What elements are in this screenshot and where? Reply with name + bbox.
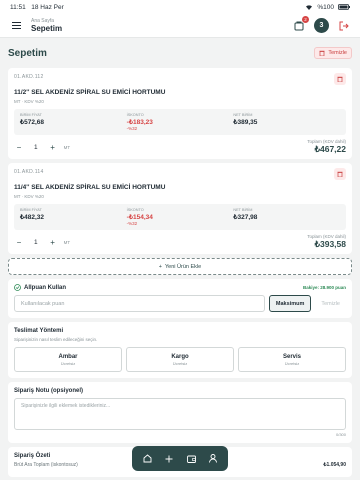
clear-cart-label: Temizle — [328, 50, 347, 56]
nav-home[interactable] — [140, 452, 154, 466]
unit-price: ₺482,32 — [20, 214, 45, 221]
unit-price: ₺572,68 — [20, 119, 45, 126]
header-title-group: Ana Sayfa Sepetim — [31, 18, 284, 33]
plus-icon: + — [158, 263, 163, 270]
breadcrumb[interactable]: Ana Sayfa — [31, 18, 284, 24]
status-date: 18 Haz Per — [31, 3, 64, 11]
battery-icon — [338, 4, 350, 10]
add-product-button[interactable]: + Yeni Ürün Ekle — [8, 258, 352, 275]
order-note-textarea[interactable]: Siparişinizle ilgili eklemek istedikleri… — [14, 398, 346, 430]
page-head: Sepetim Temizle — [0, 38, 360, 68]
nav-wallet[interactable] — [184, 452, 198, 466]
logout-icon — [339, 21, 349, 30]
delivery-title: Teslimat Yöntemi — [14, 328, 64, 334]
price-breakdown: BİRİM FİYAT ₺482,32 İSKONTO -₺154,34 -%3… — [14, 204, 346, 230]
trash-icon — [337, 171, 343, 177]
discount-percent: -%32 — [126, 221, 138, 226]
delivery-option-name: Ambar — [58, 353, 78, 360]
item-total: ₺393,58 — [314, 239, 346, 249]
product-code: 01.AKD.112 — [14, 74, 44, 80]
wallet-icon — [186, 455, 196, 463]
status-time: 11:51 — [10, 3, 26, 11]
quantity-value[interactable]: 1 — [34, 239, 38, 246]
home-icon — [143, 454, 151, 463]
avatar[interactable]: 3 — [314, 18, 329, 33]
discount-label: İSKONTO — [126, 113, 144, 117]
nav-profile[interactable] — [206, 452, 220, 466]
note-char-counter: 0/300 — [335, 432, 346, 437]
trash-icon — [319, 50, 325, 56]
product-code: 01.AKD.114 — [14, 169, 44, 175]
cart-count-badge: 2 — [302, 15, 309, 23]
discount-label: İSKONTO — [126, 208, 144, 212]
net-price-label: NET BİRİM — [233, 113, 253, 117]
page-header-title: Sepetim — [31, 23, 63, 33]
logout-button[interactable] — [338, 20, 350, 32]
delivery-option-servis[interactable]: Servis Ücretsiz — [238, 347, 346, 372]
clear-cart-button[interactable]: Temizle — [314, 47, 352, 59]
delivery-option-name: Servis — [282, 353, 301, 360]
net-price: ₺389,35 — [233, 119, 258, 126]
delivery-option-fee: Ücretsiz — [172, 360, 188, 366]
remove-item-button[interactable] — [334, 73, 346, 85]
points-input[interactable]: Kullanılacak puan — [14, 295, 265, 312]
unit-price-label: BİRİM FİYAT — [20, 208, 42, 212]
battery-level: %100 — [317, 3, 334, 11]
add-product-label: Yeni Ürün Ekle — [165, 263, 202, 270]
app-bar: Ana Sayfa Sepetim 2 3 — [0, 14, 360, 38]
bottom-nav — [132, 446, 228, 471]
wifi-icon — [306, 5, 313, 10]
nav-add[interactable] — [162, 452, 176, 466]
product-meta: MT · KDV %20 — [14, 194, 44, 199]
clear-points-button[interactable]: Temizle — [315, 295, 346, 312]
user-icon — [209, 454, 217, 463]
points-balance: Bakiye: 28.900 puan — [302, 285, 346, 290]
quantity-stepper: − 1 + MT — [14, 238, 70, 247]
discount-amount: -₺154,34 — [126, 214, 153, 221]
cart-button[interactable]: 2 — [293, 15, 309, 32]
status-bar: 11:51 18 Haz Per %100 — [0, 0, 360, 14]
coin-icon — [14, 284, 21, 291]
menu-button[interactable] — [10, 20, 22, 32]
quantity-unit: MT — [63, 144, 71, 150]
product-meta: MT · KDV %20 — [14, 99, 44, 104]
product-name: 11/4'' SEL AKDENİZ SPİRAL SU EMİCİ HORTU… — [14, 184, 166, 191]
plus-icon — [165, 455, 173, 462]
decrease-quantity-button[interactable]: − — [14, 143, 24, 152]
note-title: Sipariş Notu (opsiyonel) — [14, 388, 84, 394]
decrease-quantity-button[interactable]: − — [14, 238, 24, 247]
delivery-section: Teslimat Yöntemi Siparişinizin nasıl tes… — [8, 322, 352, 378]
net-price: ₺327,98 — [233, 214, 258, 221]
discount-percent: -%32 — [126, 126, 138, 131]
price-breakdown: BİRİM FİYAT ₺572,68 İSKONTO -₺183,23 -%3… — [14, 109, 346, 135]
delivery-subtitle: Siparişinizin nasıl teslim edileceğini s… — [14, 337, 98, 342]
points-section: Allpuan Kullan Bakiye: 28.900 puan Kulla… — [8, 279, 352, 318]
net-price-label: NET BİRİM — [233, 208, 253, 212]
delivery-option-fee: Ücretsiz — [284, 360, 300, 366]
order-note-section: Sipariş Notu (opsiyonel) Siparişinizle i… — [8, 382, 352, 443]
delivery-option-ambar[interactable]: Ambar Ücretsiz — [14, 347, 122, 372]
quantity-unit: MT — [63, 239, 71, 245]
page-title: Sepetim — [8, 47, 47, 59]
hamburger-icon — [11, 22, 21, 29]
summary-row-label: Brüt Ara Toplam (iskontosuz) — [14, 462, 78, 468]
points-title: Allpuan Kullan — [24, 284, 66, 291]
product-name: 11/2'' SEL AKDENİZ SPİRAL SU EMİCİ HORTU… — [14, 89, 166, 96]
unit-price-label: BİRİM FİYAT — [20, 113, 42, 117]
cart-item: 01.AKD.112 11/2'' SEL AKDENİZ SPİRAL SU … — [8, 68, 352, 159]
summary-row-value: ₺1.054,90 — [323, 462, 346, 468]
max-points-button[interactable]: Maksimum — [268, 295, 312, 312]
discount-amount: -₺183,23 — [126, 119, 153, 126]
quantity-value[interactable]: 1 — [34, 144, 38, 151]
increase-quantity-button[interactable]: + — [48, 143, 58, 152]
delivery-option-name: Kargo — [171, 353, 189, 360]
cart-item: 01.AKD.114 11/4'' SEL AKDENİZ SPİRAL SU … — [8, 163, 352, 254]
remove-item-button[interactable] — [334, 168, 346, 180]
delivery-option-fee: Ücretsiz — [60, 360, 76, 366]
item-total: ₺467,22 — [314, 144, 346, 154]
trash-icon — [337, 76, 343, 82]
increase-quantity-button[interactable]: + — [48, 238, 58, 247]
quantity-stepper: − 1 + MT — [14, 143, 70, 152]
delivery-option-kargo[interactable]: Kargo Ücretsiz — [126, 347, 234, 372]
